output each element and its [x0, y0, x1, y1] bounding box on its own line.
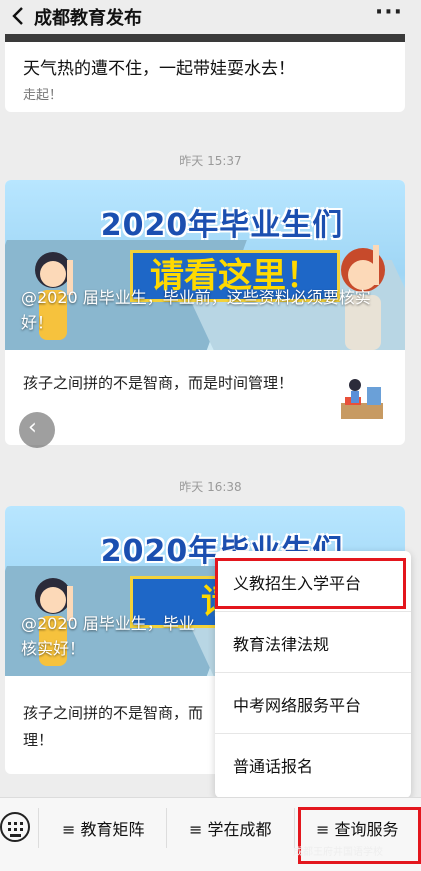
cover-image-edge: [5, 34, 405, 42]
article-title: 天气热的遭不住，一起带娃耍水去！: [23, 59, 295, 79]
divider: [166, 808, 167, 848]
article-card[interactable]: 2020年毕业生们 请看这里！ @2020 届毕业生，毕业前，这些资料必须要核实…: [5, 180, 405, 445]
message-timestamp: 昨天 16:38: [179, 480, 242, 494]
top-bar: 成都教育发布 ···: [0, 0, 421, 34]
more-options-icon[interactable]: ···: [375, 0, 403, 25]
menu-item-label: 教育法律法规: [233, 635, 330, 654]
highlight-box: [215, 558, 406, 609]
divider: [294, 808, 295, 848]
article-card[interactable]: 天气热的遭不住，一起带娃耍水去！ 走起！: [5, 34, 405, 112]
menu-item-label: 普通话报名: [233, 757, 314, 776]
cover-banner-text: 2020年毕业生们: [100, 208, 344, 243]
thumbnail-image[interactable]: [337, 375, 387, 425]
article-subtitle[interactable]: 孩子之间拼的不是智商，而是时间管理！: [23, 370, 313, 397]
page-title: 成都教育发布: [34, 8, 142, 29]
cover-image[interactable]: 2020年毕业生们 请看这里！ @2020 届毕业生，毕业前，这些资料必须要核实…: [5, 180, 405, 350]
article-subtitle: 走起！: [23, 88, 63, 103]
watermark: 成都王府井国语学校: [293, 847, 383, 858]
message-timestamp: 昨天 15:37: [179, 154, 242, 168]
menu-item-mandarin-registration[interactable]: 普通话报名: [215, 734, 411, 795]
menu-item-exam-service-platform[interactable]: 中考网络服务平台: [215, 673, 411, 734]
carousel-prev-button[interactable]: ‹: [19, 412, 55, 448]
tab-education-matrix[interactable]: ≡ 教育矩阵: [62, 816, 145, 840]
menu-item-education-laws[interactable]: 教育法律法规: [215, 612, 411, 673]
cover-title: @2020 届毕业生，毕业前，这些资料必须要核实好！: [21, 288, 371, 332]
divider: [38, 808, 39, 848]
chevron-left-icon: ‹: [28, 415, 37, 440]
keyboard-icon[interactable]: [0, 812, 30, 842]
tab-study-in-chengdu[interactable]: ≡ 学在成都: [189, 816, 272, 840]
back-icon[interactable]: [8, 5, 30, 27]
menu-item-label: 中考网络服务平台: [233, 696, 362, 715]
